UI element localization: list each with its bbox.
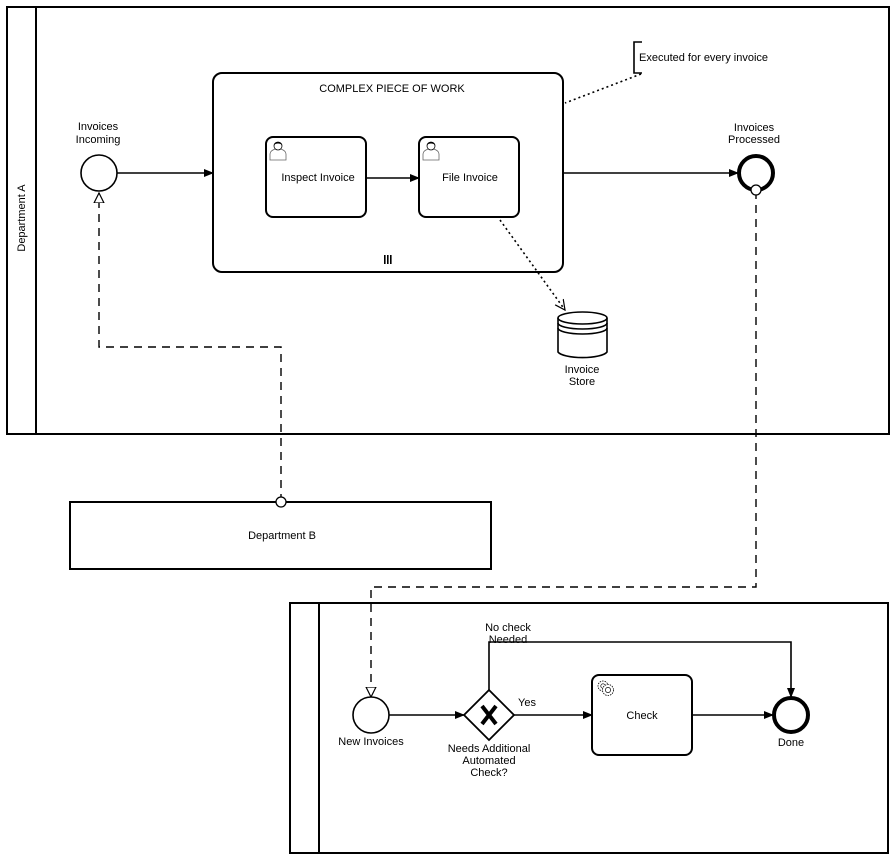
end-event-label-line2: Processed	[728, 134, 780, 146]
gateway-label-line1: Needs Additional	[448, 743, 531, 755]
task-label-file-invoice: File Invoice	[442, 172, 498, 184]
end-event-label-line1: Invoices	[734, 122, 775, 134]
bpmn-canvas: Department A Invoices Incoming COMPLEX P…	[6, 6, 890, 854]
start-event-label-line2: Incoming	[76, 134, 121, 146]
pool-label-department-b: Department B	[248, 530, 316, 542]
start-event-label-line1: Invoices	[78, 121, 119, 133]
start-event-invoices-incoming[interactable]	[80, 154, 118, 192]
subprocess-label: COMPLEX PIECE OF WORK	[319, 83, 465, 95]
end-event-done[interactable]	[772, 696, 810, 734]
gateway-label-line3: Check?	[470, 767, 507, 779]
pool-label-department-a: Department A	[16, 184, 28, 252]
end-event-label-done: Done	[778, 737, 804, 749]
data-store-invoice-store[interactable]	[557, 311, 608, 359]
flow-label-yes: Yes	[518, 697, 536, 709]
message-flow-source-marker	[275, 496, 287, 508]
start-event-new-invoices[interactable]	[352, 696, 390, 734]
flow-label-no-check-line1: No check	[485, 622, 531, 634]
multi-instance-marker-icon	[384, 255, 392, 264]
flow-label-no-check-line2: Needed	[489, 634, 528, 646]
data-store-label-line2: Store	[569, 376, 595, 388]
task-label-inspect-invoice: Inspect Invoice	[281, 172, 354, 184]
gateway-label-line2: Automated	[462, 755, 515, 767]
task-label-check: Check	[626, 710, 658, 722]
start-event-label-new-invoices: New Invoices	[338, 736, 404, 748]
annotation-text: Executed for every invoice	[639, 52, 768, 64]
message-flow-source-marker	[750, 184, 762, 196]
data-store-label-line1: Invoice	[565, 364, 600, 376]
